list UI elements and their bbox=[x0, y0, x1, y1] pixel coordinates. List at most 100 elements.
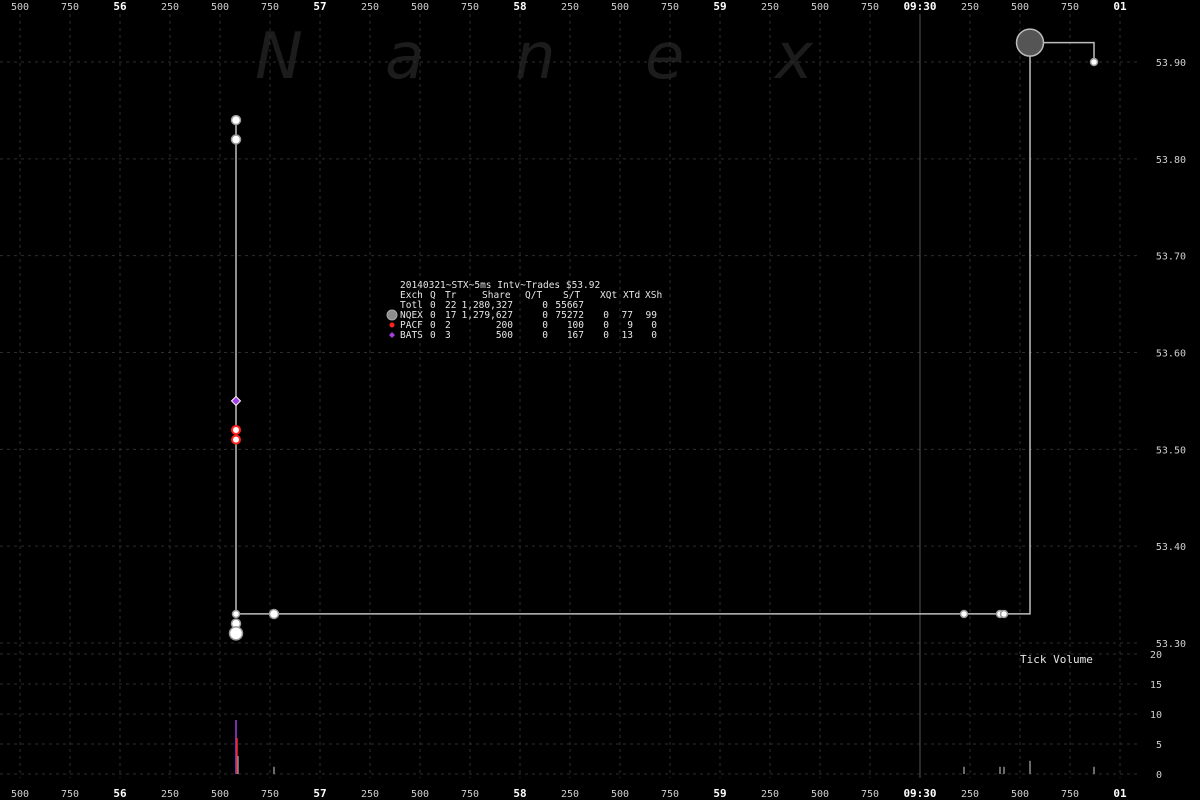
trade-marker-nqex bbox=[1015, 28, 1045, 57]
legend-cell: 0 bbox=[603, 330, 609, 341]
legend-cell: BATS bbox=[400, 330, 423, 341]
volume-bars bbox=[235, 720, 1095, 774]
trade-marker-nqex bbox=[268, 608, 280, 620]
x-tick-label: 250 bbox=[361, 2, 379, 13]
volume-tick-label: 0 bbox=[1156, 770, 1162, 781]
grid bbox=[0, 14, 1140, 778]
x-tick-label: 250 bbox=[961, 789, 979, 800]
x-tick-label: 500 bbox=[611, 2, 629, 13]
price-line bbox=[235, 41, 1095, 615]
y-tick-label: 53.90 bbox=[1156, 58, 1186, 69]
x-tick-label: 56 bbox=[113, 0, 127, 13]
legend-icon-bats bbox=[389, 332, 395, 338]
x-tick-label: 250 bbox=[761, 789, 779, 800]
x-tick-label: 01 bbox=[1113, 0, 1127, 13]
y-axis-price: 53.30 53.40 53.50 53.60 53.70 53.80 53.90 bbox=[1156, 58, 1186, 650]
legend-cell: 0 bbox=[430, 330, 436, 341]
trade-marker-nqex bbox=[230, 134, 242, 145]
volume-tick-label: 20 bbox=[1150, 650, 1162, 661]
x-tick-label: 250 bbox=[561, 789, 579, 800]
legend-icon-nqex bbox=[386, 309, 398, 321]
x-tick-label: 750 bbox=[261, 2, 279, 13]
x-tick-label: 500 bbox=[411, 789, 429, 800]
trade-marker-nqex bbox=[1089, 57, 1099, 67]
trade-markers bbox=[228, 28, 1099, 641]
trade-marker-nqex bbox=[999, 609, 1009, 619]
x-tick-label: 250 bbox=[161, 2, 179, 13]
x-tick-label: 750 bbox=[861, 789, 879, 800]
x-tick-label: 750 bbox=[261, 789, 279, 800]
x-tick-label: 500 bbox=[611, 789, 629, 800]
x-tick-label: 500 bbox=[411, 2, 429, 13]
x-tick-label: 01 bbox=[1113, 787, 1127, 800]
volume-tick-label: 10 bbox=[1150, 710, 1162, 721]
legend-cell: 500 bbox=[496, 330, 513, 341]
watermark: Na n e x bbox=[255, 20, 814, 94]
tick-volume-label: Tick Volume bbox=[1020, 653, 1093, 666]
watermark-letter: N bbox=[255, 20, 303, 94]
x-tick-label: 500 bbox=[11, 789, 29, 800]
x-tick-label: 58 bbox=[513, 787, 526, 800]
x-tick-label: 750 bbox=[61, 2, 79, 13]
x-tick-label: 58 bbox=[513, 0, 526, 13]
watermark-letter: a bbox=[385, 20, 424, 94]
trade-marker-bats bbox=[230, 395, 242, 407]
legend-cell: 3 bbox=[445, 330, 451, 341]
legend-icon-pacf bbox=[389, 322, 395, 328]
x-axis-bottom: 500 750 56 250 500 750 57 250 500 750 58 250 500 750 5… bbox=[11, 787, 1127, 800]
legend-header-cell: Q/T bbox=[525, 290, 542, 301]
y-tick-label: 53.40 bbox=[1156, 542, 1186, 553]
x-tick-label: 500 bbox=[11, 2, 29, 13]
y-tick-label: 53.60 bbox=[1156, 349, 1186, 360]
y-tick-label: 53.50 bbox=[1156, 445, 1186, 456]
legend-cell: 0 bbox=[542, 330, 548, 341]
x-tick-label: 750 bbox=[1061, 2, 1079, 13]
x-tick-label: 56 bbox=[113, 787, 127, 800]
x-axis-top: 500 750 56 250 500 750 57 250 500 750 58 250 500 750 5… bbox=[11, 0, 1127, 13]
x-tick-label: 250 bbox=[961, 2, 979, 13]
x-tick-label: 750 bbox=[61, 789, 79, 800]
x-tick-label: 59 bbox=[713, 0, 726, 13]
y-tick-label: 53.70 bbox=[1156, 252, 1186, 263]
y-tick-label: 53.80 bbox=[1156, 155, 1186, 166]
x-tick-label: 250 bbox=[561, 2, 579, 13]
legend: 20140321~STX~5ms Intv~Trades $53.92Exch Q… bbox=[386, 280, 662, 341]
watermark-letter: x bbox=[773, 20, 814, 94]
x-tick-label: 750 bbox=[1061, 789, 1079, 800]
y-tick-label: 53.30 bbox=[1156, 639, 1186, 650]
trade-marker-pacf bbox=[231, 424, 241, 435]
x-tick-label: 500 bbox=[1011, 2, 1029, 13]
trade-marker-nqex bbox=[231, 609, 241, 619]
x-tick-label: 250 bbox=[161, 789, 179, 800]
legend-cell: 13 bbox=[622, 330, 633, 341]
y-axis-volume: 0 5 10 15 20 bbox=[1150, 650, 1162, 781]
x-tick-label: 750 bbox=[461, 2, 479, 13]
legend-cell: 0 bbox=[651, 330, 657, 341]
x-tick-label: 57 bbox=[313, 0, 326, 13]
trade-chart: Nanex 500 750 56 250 500 750 57 250 500 750 58 250 5… bbox=[0, 0, 1186, 800]
x-tick-label: 500 bbox=[811, 2, 829, 13]
legend-cell: 167 bbox=[567, 330, 584, 341]
trade-marker-pacf bbox=[231, 434, 241, 445]
x-tick-label: 750 bbox=[661, 789, 679, 800]
legend-header-cell: XTd bbox=[623, 290, 640, 301]
watermark-letter: n bbox=[515, 20, 556, 94]
x-tick-label: 09:30 bbox=[903, 787, 936, 800]
x-tick-label: 500 bbox=[211, 789, 229, 800]
x-tick-label: 750 bbox=[661, 2, 679, 13]
volume-tick-label: 15 bbox=[1150, 680, 1162, 691]
trade-marker-nqex bbox=[959, 609, 969, 619]
legend-header-cell: XSh bbox=[645, 290, 662, 301]
x-tick-label: 500 bbox=[1011, 789, 1029, 800]
x-tick-label: 59 bbox=[713, 787, 726, 800]
x-tick-label: 750 bbox=[861, 2, 879, 13]
trade-marker-nqex bbox=[228, 626, 244, 641]
volume-tick-label: 5 bbox=[1156, 740, 1162, 751]
trade-marker-nqex bbox=[230, 114, 242, 126]
watermark-letter: e bbox=[645, 20, 684, 94]
x-tick-label: 750 bbox=[461, 789, 479, 800]
x-tick-label: 500 bbox=[811, 789, 829, 800]
price-path bbox=[235, 41, 1095, 615]
x-tick-label: 57 bbox=[313, 787, 326, 800]
legend-header-cell: XQt bbox=[600, 290, 617, 301]
